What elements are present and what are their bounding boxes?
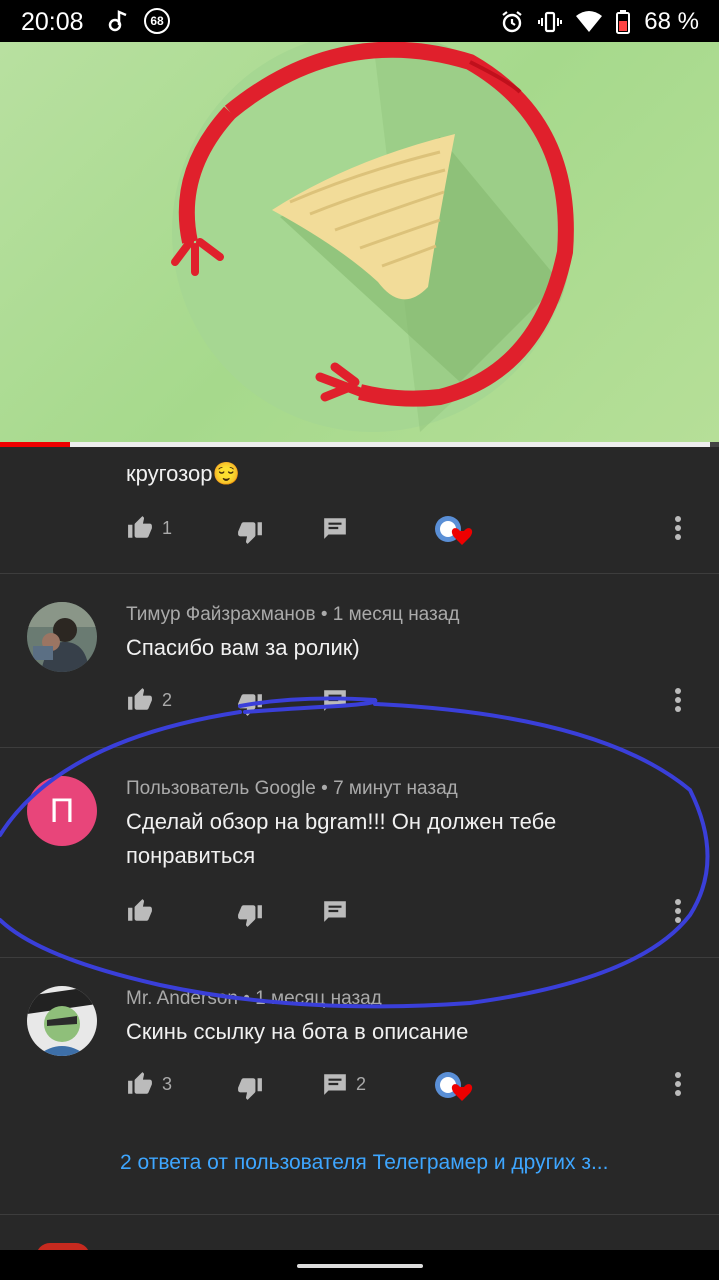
thumbs-up-icon <box>128 899 152 921</box>
comment-author[interactable]: Пользователь Google <box>126 778 316 799</box>
comment-actions: 1 <box>126 515 706 545</box>
dislike-button[interactable] <box>236 1075 264 1101</box>
dislike-button[interactable] <box>236 902 264 928</box>
comment-text: кругозор😌 <box>126 461 240 486</box>
thumbs-up-icon <box>128 688 152 710</box>
wifi-icon <box>576 11 603 32</box>
avatar-photo <box>27 602 97 672</box>
reply-icon <box>324 518 346 539</box>
creator-heart-icon <box>435 516 473 545</box>
comment-text: Спасибо вам за ролик) <box>126 635 360 660</box>
avatar-photo <box>27 986 97 1056</box>
battery-icon <box>616 10 631 34</box>
comment-meta: Пользователь Google • 7 минут назад <box>126 778 458 800</box>
like-count: 2 <box>162 689 173 710</box>
more-vert-icon[interactable] <box>674 898 682 924</box>
avatar[interactable]: П <box>27 776 97 846</box>
status-bar: 20:08 68 68 % <box>0 0 719 42</box>
creator-heart-icon <box>435 1072 473 1101</box>
comment-meta: Тимур Файзрахманов • 1 месяц назад <box>126 604 459 626</box>
reply-button[interactable] <box>322 687 348 713</box>
thumbs-down-icon <box>238 905 262 927</box>
comment-age: 1 месяц назад <box>332 604 460 625</box>
dislike-button[interactable] <box>236 691 264 717</box>
reply-icon <box>324 901 346 922</box>
meta-separator: • <box>243 988 256 1009</box>
more-vert-icon[interactable] <box>674 687 682 713</box>
meta-separator: • <box>320 604 333 625</box>
comment-actions: 2 <box>126 687 706 717</box>
battery-percent: 68 % <box>644 8 699 35</box>
dislike-button[interactable] <box>236 519 264 545</box>
comment-item: П Пользователь Google • 7 минут назад Сд… <box>0 748 719 957</box>
reply-count: 2 <box>356 1073 367 1094</box>
comment-author[interactable]: Тимур Файзрахманов <box>126 604 316 625</box>
comment-item: кругозор😌 1 <box>0 447 719 573</box>
creator-heart <box>434 515 474 549</box>
home-gesture-handle[interactable] <box>297 1264 423 1268</box>
divider <box>0 1214 719 1215</box>
view-replies-link[interactable]: 2 ответа от пользователя Телеграмер и др… <box>120 1151 700 1175</box>
like-button[interactable] <box>126 898 154 924</box>
like-count: 1 <box>162 517 173 538</box>
comment-author[interactable]: Mr. Anderson <box>126 988 238 1009</box>
video-player[interactable] <box>0 42 719 447</box>
reply-icon <box>324 1074 346 1095</box>
avatar[interactable] <box>27 986 97 1056</box>
like-button[interactable]: 2 <box>126 687 172 713</box>
music-note-icon <box>108 10 127 32</box>
more-vert-icon[interactable] <box>674 515 682 541</box>
comment-item: Mr. Anderson • 1 месяц назад Скинь ссылк… <box>0 958 719 1214</box>
comment-meta: Mr. Anderson • 1 месяц назад <box>126 988 382 1010</box>
comment-item: Тимур Файзрахманов • 1 месяц назад Спаси… <box>0 574 719 747</box>
thumbs-down-icon <box>238 522 262 544</box>
comment-age: 1 месяц назад <box>255 988 382 1009</box>
thumbs-up-icon <box>128 516 152 538</box>
meta-separator: • <box>321 778 334 799</box>
like-button[interactable]: 3 <box>126 1071 172 1097</box>
vibrate-icon <box>538 11 563 33</box>
comment-text: Сделай обзор на bgram!!! Он должен тебе … <box>126 809 557 868</box>
comment-text: Скинь ссылку на бота в описание <box>126 1019 469 1044</box>
telegram-hug-artwork <box>171 42 574 432</box>
reply-button[interactable] <box>322 898 348 924</box>
avatar[interactable] <box>27 602 97 672</box>
comment-age: 7 минут назад <box>333 778 458 799</box>
creator-heart <box>434 1071 474 1105</box>
like-count: 3 <box>162 1073 173 1094</box>
reply-button[interactable] <box>322 515 348 541</box>
comment-actions <box>126 898 706 928</box>
reply-icon <box>324 690 346 711</box>
reply-button[interactable]: 2 <box>322 1071 366 1097</box>
status-time: 20:08 <box>21 8 84 36</box>
thumbs-down-icon <box>238 694 262 716</box>
thumbs-down-icon <box>238 1078 262 1100</box>
thumbs-up-icon <box>128 1072 152 1094</box>
comment-actions: 3 2 <box>126 1071 706 1101</box>
more-vert-icon[interactable] <box>674 1071 682 1097</box>
avatar-letter: П <box>49 791 75 830</box>
like-button[interactable]: 1 <box>126 515 172 541</box>
alarm-icon <box>502 11 522 33</box>
notification-badge: 68 <box>144 8 170 34</box>
